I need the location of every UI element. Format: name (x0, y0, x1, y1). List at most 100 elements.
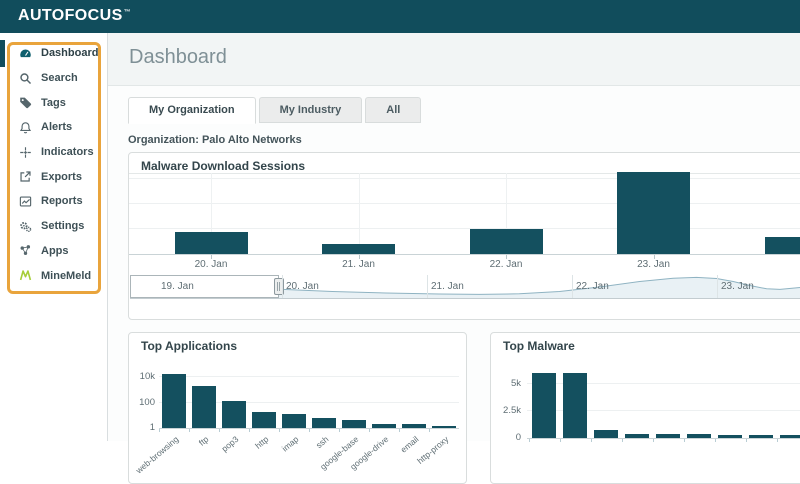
page-title-bar: Dashboard (107, 33, 800, 86)
sidebar-item-dashboard[interactable]: Dashboard (0, 41, 107, 66)
sidebar-item-label: Exports (41, 171, 82, 183)
organization-label: Organization: Palo Alto Networks (128, 134, 302, 146)
top-malware-bar[interactable] (532, 373, 556, 438)
timeline-gridline (572, 275, 573, 298)
x-tick-label: 20. Jan (171, 259, 251, 270)
timeline-label: 22. Jan (576, 281, 609, 292)
y-tick-label: 1 (129, 422, 155, 433)
dashboard-tabs: My OrganizationMy IndustryAll (128, 97, 421, 124)
top-malware-bar[interactable] (718, 435, 742, 438)
top-applications-title: Top Applications (141, 339, 237, 353)
sidebar-item-alerts[interactable]: Alerts (0, 115, 107, 140)
alerts-icon (19, 121, 32, 134)
sidebar-item-label: MineMeld (41, 270, 91, 282)
h-gridline (159, 376, 459, 377)
top-applications-bar[interactable] (282, 414, 306, 428)
x-tick (429, 429, 430, 432)
y-tick-label: 10k (129, 371, 155, 382)
top-malware-panel: Top Malware 5k 2.5k 0 (490, 332, 800, 484)
malware-sessions-chart (129, 173, 800, 255)
malware-sessions-panel: Malware Download Sessions 20. Jan 21. Jan… (128, 152, 800, 320)
dashboard-icon (19, 47, 32, 60)
session-bar[interactable] (470, 229, 543, 254)
h-gridline (129, 203, 800, 204)
v-gridline (359, 173, 360, 254)
top-malware-bar[interactable] (687, 434, 711, 438)
x-tick-label: 23. Jan (614, 259, 694, 270)
h-gridline (129, 178, 800, 179)
session-bar[interactable] (175, 232, 248, 254)
y-tick-label: 0 (491, 432, 521, 443)
sidebar-item-reports[interactable]: Reports (0, 189, 107, 214)
timeline-label: 21. Jan (431, 281, 464, 292)
sidebar-item-exports[interactable]: Exports (0, 164, 107, 189)
top-applications-bar[interactable] (252, 412, 276, 428)
x-tick (159, 429, 160, 432)
tab-my-industry[interactable]: My Industry (259, 97, 363, 123)
x-tick-label: 21. Jan (319, 259, 399, 270)
top-applications-bar[interactable] (312, 418, 336, 428)
top-malware-bar[interactable] (749, 435, 773, 438)
settings-icon (19, 220, 32, 233)
top-applications-bar[interactable] (342, 420, 366, 428)
timeline-unselected-region[interactable] (130, 275, 279, 298)
sidebar-item-label: Search (41, 72, 78, 84)
top-applications-bar[interactable] (162, 374, 186, 428)
top-malware-title: Top Malware (503, 339, 575, 353)
y-tick-label: 100 (129, 397, 155, 408)
y-tick-label: 5k (491, 378, 521, 389)
sidebar-item-apps[interactable]: Apps (0, 239, 107, 264)
reports-icon (19, 195, 32, 208)
sidebar-item-label: Tags (41, 97, 66, 109)
timeline-gridline (282, 275, 283, 298)
sidebar-menu: Dashboard Search Tags Alerts Indicators Expor… (0, 41, 107, 288)
sidebar-item-tags[interactable]: Tags (0, 90, 107, 115)
x-tick (189, 429, 190, 432)
top-malware-bar[interactable] (625, 434, 649, 438)
tags-icon (19, 96, 32, 109)
search-icon (19, 72, 32, 85)
top-malware-bar[interactable] (656, 434, 680, 438)
exports-icon (19, 170, 32, 183)
sidebar: Dashboard Search Tags Alerts Indicators Expor… (0, 33, 108, 441)
top-malware-bar[interactable] (594, 430, 618, 438)
y-tick-label: 2.5k (491, 405, 521, 416)
x-tick (369, 429, 370, 432)
top-applications-bar[interactable] (372, 424, 396, 428)
x-tick-label: 22. Jan (466, 259, 546, 270)
malware-sessions-title: Malware Download Sessions (141, 159, 305, 173)
sidebar-item-label: Settings (41, 220, 84, 232)
session-bar[interactable] (617, 172, 690, 254)
sidebar-item-indicators[interactable]: Indicators (0, 140, 107, 165)
top-malware-bar[interactable] (563, 373, 587, 438)
timeline-scrubber[interactable]: 19. Jan20. Jan21. Jan22. Jan23. Jan (130, 275, 800, 299)
timeline-gridline (717, 275, 718, 298)
h-gridline (129, 228, 800, 229)
top-applications-bar[interactable] (222, 401, 246, 428)
sidebar-item-minemeld[interactable]: MineMeld (0, 263, 107, 288)
top-malware-bar[interactable] (780, 435, 800, 438)
top-applications-chart (159, 369, 459, 429)
tab-my-organization[interactable]: My Organization (128, 97, 256, 124)
x-tick (309, 429, 310, 432)
session-bar[interactable] (322, 244, 395, 255)
timeline-label: 23. Jan (721, 281, 754, 292)
session-bar[interactable] (765, 237, 800, 254)
top-applications-bar[interactable] (432, 426, 456, 429)
sidebar-item-settings[interactable]: Settings (0, 214, 107, 239)
tab-all[interactable]: All (365, 97, 421, 123)
sidebar-item-label: Alerts (41, 121, 72, 133)
x-tick (219, 429, 220, 432)
top-applications-bar[interactable] (402, 424, 426, 428)
minemeld-icon (19, 269, 32, 282)
x-tick (399, 429, 400, 432)
x-tick (279, 429, 280, 432)
apps-icon (19, 244, 32, 257)
top-malware-chart (527, 369, 800, 439)
page-title: Dashboard (129, 46, 227, 69)
top-applications-bar[interactable] (192, 386, 216, 428)
sidebar-item-search[interactable]: Search (0, 66, 107, 91)
x-tick (249, 429, 250, 432)
sidebar-item-label: Reports (41, 195, 83, 207)
app-header: AUTOFOCUS™ (0, 0, 800, 33)
